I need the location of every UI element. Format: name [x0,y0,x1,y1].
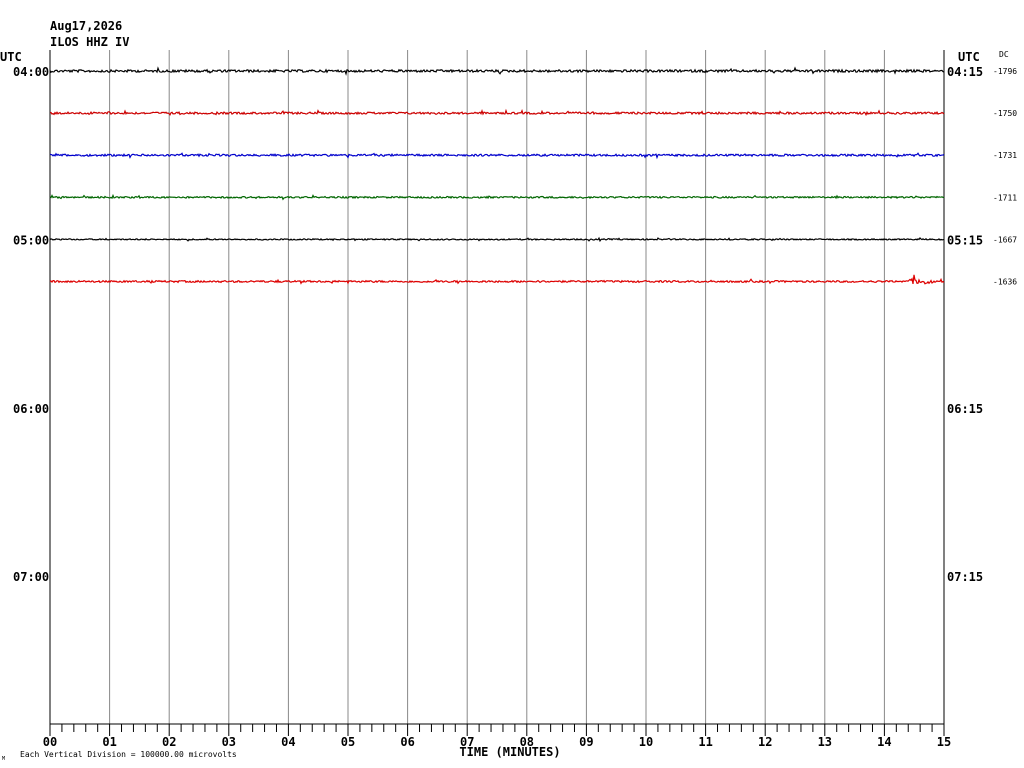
trace-row-5 [49,274,945,285]
trace-row-1 [49,108,945,117]
minute-grid [49,50,945,724]
dc-label: -1796 [993,67,1017,76]
helicorder-chart: Aug17,2026 ILOS HHZ IV UTC UTC DC 04:000… [0,19,1017,762]
dc-label: -1636 [993,278,1017,287]
dc-label: -1750 [993,109,1017,118]
date-label: Aug17,2026 [50,19,122,33]
right-hour-label: 07:15 [947,570,983,584]
x-axis-title: TIME (MINUTES) [459,745,560,759]
x-tick-label-03: 03 [222,735,236,749]
right-hour-label: 05:15 [947,233,983,247]
left-hour-label: 05:00 [13,233,49,247]
scale-note: Each Vertical Division = 100000.00 micro… [20,750,237,759]
trace-row-2 [49,152,945,160]
x-tick-label-11: 11 [698,735,712,749]
dc-label: -1731 [993,151,1017,160]
dc-offset-labels: -1796 -1750 -1731 -1711 -1667 -1636 [993,67,1017,287]
dc-label: -1711 [993,193,1017,202]
right-utc-title: UTC [958,50,980,64]
left-hour-label: 04:00 [13,65,49,79]
x-tick-label-13: 13 [818,735,832,749]
x-tick-label-00: 00 [43,735,57,749]
footer-mark: M [2,756,5,762]
seismic-traces [49,66,945,285]
x-tick-label-15: 15 [937,735,951,749]
x-tick-label-01: 01 [102,735,116,749]
x-tick-label-02: 02 [162,735,176,749]
right-hour-label: 04:15 [947,65,983,79]
left-utc-title: UTC [0,50,22,64]
right-hour-label: 06:15 [947,402,983,416]
dc-title: DC [999,50,1009,59]
right-hour-labels: 04:15 05:15 06:15 07:15 [947,65,983,584]
left-hour-labels: 04:00 05:00 06:00 07:00 [13,65,49,584]
x-tick-label-14: 14 [877,735,891,749]
x-tick-label-12: 12 [758,735,772,749]
x-tick-label-10: 10 [639,735,653,749]
x-tick-label-09: 09 [579,735,593,749]
trace-row-3 [49,193,945,201]
station-label: ILOS HHZ IV [50,35,129,49]
trace-row-4 [49,236,945,243]
left-hour-label: 07:00 [13,570,49,584]
x-tick-label-06: 06 [400,735,414,749]
dc-label: -1667 [993,235,1017,244]
x-tick-label-04: 04 [281,735,295,749]
left-hour-label: 06:00 [13,402,49,416]
x-tick-label-05: 05 [341,735,355,749]
trace-row-0 [49,66,945,76]
